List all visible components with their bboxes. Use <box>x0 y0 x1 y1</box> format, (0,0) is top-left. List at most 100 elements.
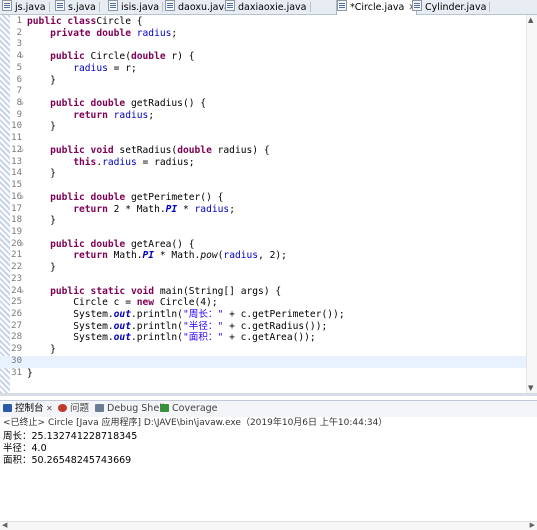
code-line[interactable]: 31} <box>0 368 526 380</box>
code-line[interactable]: 29 } <box>0 344 526 356</box>
code-line[interactable]: 10 } <box>0 121 526 133</box>
line-number: 9 <box>16 109 22 120</box>
code-text: } <box>27 344 56 356</box>
code-line[interactable]: 12 ⊖ public void setRadius(double radius)… <box>0 145 526 157</box>
close-icon[interactable]: ✕ <box>44 404 53 413</box>
fold-toggle-icon[interactable]: ⊖ <box>20 241 26 248</box>
code-line[interactable]: 24 ⊖ public static void main(String[] arg… <box>0 286 526 298</box>
console-tab-label: Debug Shell <box>107 403 165 414</box>
code-text: public Circle(double r) { <box>50 51 195 63</box>
console-tab-1[interactable]: 问题 <box>58 402 89 416</box>
console-tab-label: Coverage <box>172 403 218 414</box>
code-line[interactable]: 14 } <box>0 168 526 180</box>
tab-daoxujava[interactable]: daoxu.java <box>165 0 234 14</box>
line-number: 6 <box>16 74 22 85</box>
scroll-left-icon[interactable]: ◀ <box>2 521 7 529</box>
editor-tab-bar: js.java s.java isis.java daoxu.java daxiaoxi… <box>0 0 537 15</box>
java-file-icon <box>225 0 235 11</box>
console-tab-2[interactable]: Debug Shell <box>95 402 164 416</box>
code-line[interactable]: 5 radius = r; <box>0 63 526 75</box>
pane-divider[interactable] <box>0 393 537 396</box>
code-line[interactable]: 13 this.radius = radius; <box>0 157 526 169</box>
line-number: 10 <box>11 121 22 132</box>
code-text: } <box>27 367 33 379</box>
tab-circlejava[interactable]: *Circle.java✕ <box>336 0 417 15</box>
horizontal-scrollbar[interactable]: ◀ ▶ <box>0 521 537 530</box>
code-line[interactable]: 2 private double radius; <box>0 28 526 40</box>
code-text: this.radius = radius; <box>73 156 195 168</box>
code-line[interactable]: 20 ⊖ public double getArea() { <box>0 239 526 251</box>
code-line[interactable]: 27 System.out.println("半径：" + c.getRadiu… <box>0 321 526 333</box>
code-text: public classCircle { <box>27 16 143 27</box>
line-number: 5 <box>16 62 22 73</box>
tab-label: *Circle.java <box>350 2 405 13</box>
line-number: 17 <box>11 203 22 214</box>
code-line[interactable]: 22 } <box>0 262 526 274</box>
code-line[interactable]: 26 System.out.println("周长：" + c.getPerim… <box>0 309 526 321</box>
code-line[interactable]: 15 <box>0 180 526 192</box>
problems-icon <box>58 404 67 412</box>
tab-isisjava[interactable]: isis.java <box>108 0 164 14</box>
code-line[interactable]: 17 return 2 * Math.PI * radius; <box>0 204 526 216</box>
tab-cylinderjava[interactable]: Cylinder.java <box>412 0 491 14</box>
line-number: 7 <box>16 86 22 97</box>
code-line[interactable]: 4 ⊖ public Circle(double r) { <box>0 51 526 63</box>
tab-daxiaoxiejava[interactable]: daxiaoxie.java <box>225 0 311 14</box>
vertical-scrollbar[interactable]: ▲ ▼ <box>526 15 537 393</box>
code-line[interactable]: 9 return radius; <box>0 110 526 122</box>
fold-toggle-icon[interactable]: ⊖ <box>20 288 26 295</box>
code-line[interactable]: 1 public classCircle { <box>0 16 526 28</box>
code-text: public double getRadius() { <box>50 98 207 110</box>
console-tab-3[interactable]: Coverage <box>160 402 218 416</box>
scroll-right-icon[interactable]: ▶ <box>530 521 535 529</box>
fold-toggle-icon[interactable]: ⊖ <box>20 147 26 154</box>
line-number: 3 <box>16 39 22 50</box>
code-line[interactable]: 16 ⊖ public double getPerimeter() { <box>0 192 526 204</box>
tab-jsjava[interactable]: js.java <box>2 0 50 14</box>
code-text: public void setRadius(double radius) { <box>50 144 270 156</box>
code-line[interactable]: 28 System.out.println("面积：" + c.getArea(… <box>0 332 526 344</box>
java-file-icon <box>165 0 175 11</box>
fold-toggle-icon[interactable]: ⊖ <box>20 194 26 201</box>
code-line[interactable]: 19 <box>0 227 526 239</box>
console-status: <已终止> Circle [Java 应用程序] D:\JAVE\bin\jav… <box>0 417 537 430</box>
fold-toggle-icon[interactable]: ⊖ <box>20 54 26 60</box>
code-line[interactable]: 7 <box>0 86 526 98</box>
line-number: 14 <box>11 168 22 179</box>
code-line[interactable]: 30 <box>0 355 526 368</box>
line-number: 11 <box>11 133 22 144</box>
console-output[interactable]: 周长：25.132741228718345 半径：4.0 面积：50.2654824… <box>3 431 137 467</box>
console-output-line: 半径：4.0 <box>3 443 47 454</box>
code-line[interactable]: 11 <box>0 133 526 145</box>
code-line[interactable]: 8 ⊖ public double getRadius() { <box>0 98 526 110</box>
line-number: 19 <box>11 226 22 237</box>
fold-toggle-icon[interactable]: ⊖ <box>20 101 26 107</box>
scroll-up-icon[interactable]: ▲ <box>528 16 533 24</box>
code-text: } <box>27 168 56 180</box>
code-line[interactable]: 21 return Math.PI * Math.pow(radius, 2); <box>0 250 526 262</box>
code-line[interactable]: 6 } <box>0 75 526 87</box>
console-output-line: 周长：25.132741228718345 <box>3 431 138 442</box>
code-line[interactable]: 25 Circle c = new Circle(4); <box>0 297 526 309</box>
code-text: public double getPerimeter() { <box>50 191 224 203</box>
console-icon <box>3 404 12 412</box>
code-text: } <box>27 121 56 133</box>
code-line[interactable]: 3 <box>0 39 526 51</box>
code-text: } <box>27 262 56 274</box>
java-file-icon <box>337 0 347 11</box>
console-tab-0[interactable]: 控制台 ✕ <box>3 402 53 416</box>
code-line[interactable]: 23 <box>0 274 526 286</box>
java-file-icon <box>108 0 118 11</box>
code-editor[interactable]: ▲ ▼ 1 public classCircle {2 private doubl… <box>0 15 537 393</box>
scroll-down-icon[interactable]: ▼ <box>528 384 533 392</box>
tab-label: js.java <box>15 2 46 13</box>
code-text: radius = r; <box>73 62 137 74</box>
console-output-line: 面积：50.26548245743669 <box>3 455 132 466</box>
coverage-icon <box>160 404 169 412</box>
code-line[interactable]: 18 } <box>0 215 526 227</box>
debug-shell-icon <box>95 404 104 412</box>
tab-sjava[interactable]: s.java <box>55 0 100 14</box>
line-number: 22 <box>11 262 22 273</box>
code-text: public static void main(String[] args) { <box>50 285 282 297</box>
line-number: 25 <box>11 297 22 308</box>
